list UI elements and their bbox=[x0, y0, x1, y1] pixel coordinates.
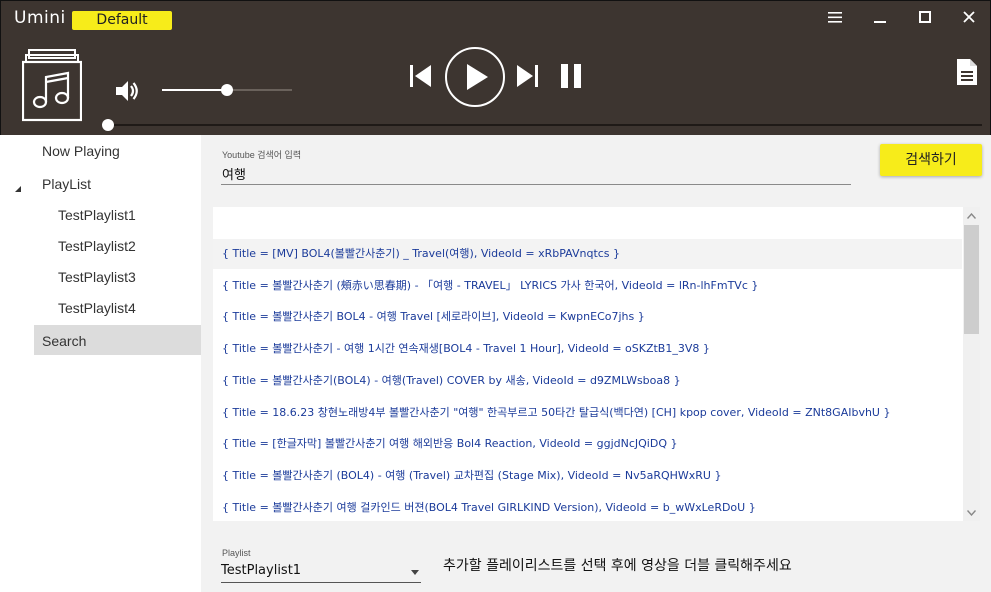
playlist-dropdown-value: TestPlaylist1 bbox=[221, 563, 302, 578]
volume-thumb[interactable] bbox=[221, 84, 233, 96]
chevron-down-icon bbox=[411, 570, 419, 575]
results-viewport: { Title = [MV] BOL4(볼빨간사춘기) _ Travel(여행)… bbox=[213, 207, 962, 521]
close-icon[interactable] bbox=[954, 5, 984, 29]
result-row[interactable]: { Title = 볼빨간사춘기 (BOL4) - 여행 (Travel) 교차… bbox=[213, 461, 962, 491]
scroll-up-icon[interactable] bbox=[963, 207, 980, 224]
volume-slider[interactable] bbox=[162, 84, 292, 96]
skip-next-icon[interactable] bbox=[515, 63, 539, 89]
sidebar-item-search[interactable]: Search bbox=[42, 333, 86, 349]
playlist-dropdown[interactable]: TestPlaylist1 bbox=[221, 561, 421, 583]
sidebar-item-playlist[interactable]: PlayList bbox=[42, 176, 91, 192]
search-panel: Youtube 검색어 입력 여행 검색하기 { Title = [MV] BO… bbox=[201, 135, 991, 592]
minimize-icon[interactable] bbox=[865, 5, 895, 29]
music-note-icon bbox=[21, 49, 83, 122]
search-button[interactable]: 검색하기 bbox=[880, 144, 982, 176]
search-input[interactable]: 여행 bbox=[221, 162, 851, 185]
result-row[interactable]: { Title = 볼빨간사춘기(BOL4) - 여행(Travel) COVE… bbox=[213, 366, 962, 396]
result-row[interactable]: { Title = [MV] BOL4(볼빨간사춘기) _ Travel(여행)… bbox=[213, 239, 962, 269]
sidebar-item-testplaylist4[interactable]: TestPlaylist4 bbox=[58, 300, 136, 316]
seek-thumb[interactable] bbox=[102, 119, 114, 131]
skip-previous-icon[interactable] bbox=[409, 63, 433, 89]
result-row[interactable]: { Title = 볼빨간사춘기 여행 걸카인드 버젼(BOL4 Travel … bbox=[213, 493, 962, 521]
result-row[interactable]: { Title = [한글자막] 볼빨간사춘기 여행 해외반응 Bol4 Rea… bbox=[213, 429, 962, 459]
volume-fill bbox=[162, 89, 227, 91]
profile-badge[interactable]: Default bbox=[72, 11, 172, 30]
results-scrollbar[interactable] bbox=[963, 207, 980, 521]
maximize-icon[interactable] bbox=[910, 5, 940, 29]
hamburger-icon[interactable] bbox=[820, 5, 850, 29]
sidebar: Now Playing PlayList TestPlaylist1 TestP… bbox=[0, 135, 201, 592]
result-row[interactable]: { Title = 볼빨간사춘기 BOL4 - 여행 Travel [세로라이브… bbox=[213, 302, 962, 332]
sidebar-item-testplaylist3[interactable]: TestPlaylist3 bbox=[58, 269, 136, 285]
app-window: Umini Default Now Playing PlayList TestP… bbox=[0, 0, 991, 592]
seek-bar[interactable] bbox=[102, 119, 982, 131]
scroll-down-icon[interactable] bbox=[963, 504, 980, 521]
app-title: Umini bbox=[14, 8, 66, 28]
result-row[interactable]: { Title = 볼빨간사춘기 (頰赤い思春期) - 「여행 - TRAVEL… bbox=[213, 271, 962, 301]
tree-expander-icon[interactable] bbox=[15, 179, 23, 192]
play-icon[interactable] bbox=[444, 46, 506, 108]
results-list: { Title = [MV] BOL4(볼빨간사춘기) _ Travel(여행)… bbox=[213, 207, 980, 521]
sidebar-item-testplaylist1[interactable]: TestPlaylist1 bbox=[58, 207, 136, 223]
playlist-field-label: Playlist bbox=[222, 548, 251, 558]
instruction-text: 추가할 플레이리스트를 선택 후에 영상을 더블 클릭해주세요 bbox=[443, 558, 792, 574]
search-field-label: Youtube 검색어 입력 bbox=[222, 150, 302, 160]
player-header: Umini Default bbox=[0, 0, 991, 135]
result-row[interactable]: { Title = 볼빨간사춘기 - 여행 1시간 연속재생[BOL4 - Tr… bbox=[213, 334, 962, 364]
sidebar-item-now-playing[interactable]: Now Playing bbox=[42, 143, 120, 159]
pause-icon[interactable] bbox=[559, 62, 585, 90]
document-icon[interactable] bbox=[955, 58, 979, 86]
speaker-icon[interactable] bbox=[113, 77, 141, 105]
scroll-thumb[interactable] bbox=[964, 225, 979, 334]
result-row[interactable]: { Title = 18.6.23 창현노래방4부 볼빨간사춘기 "여행" 한곡… bbox=[213, 398, 962, 428]
sidebar-item-testplaylist2[interactable]: TestPlaylist2 bbox=[58, 238, 136, 254]
